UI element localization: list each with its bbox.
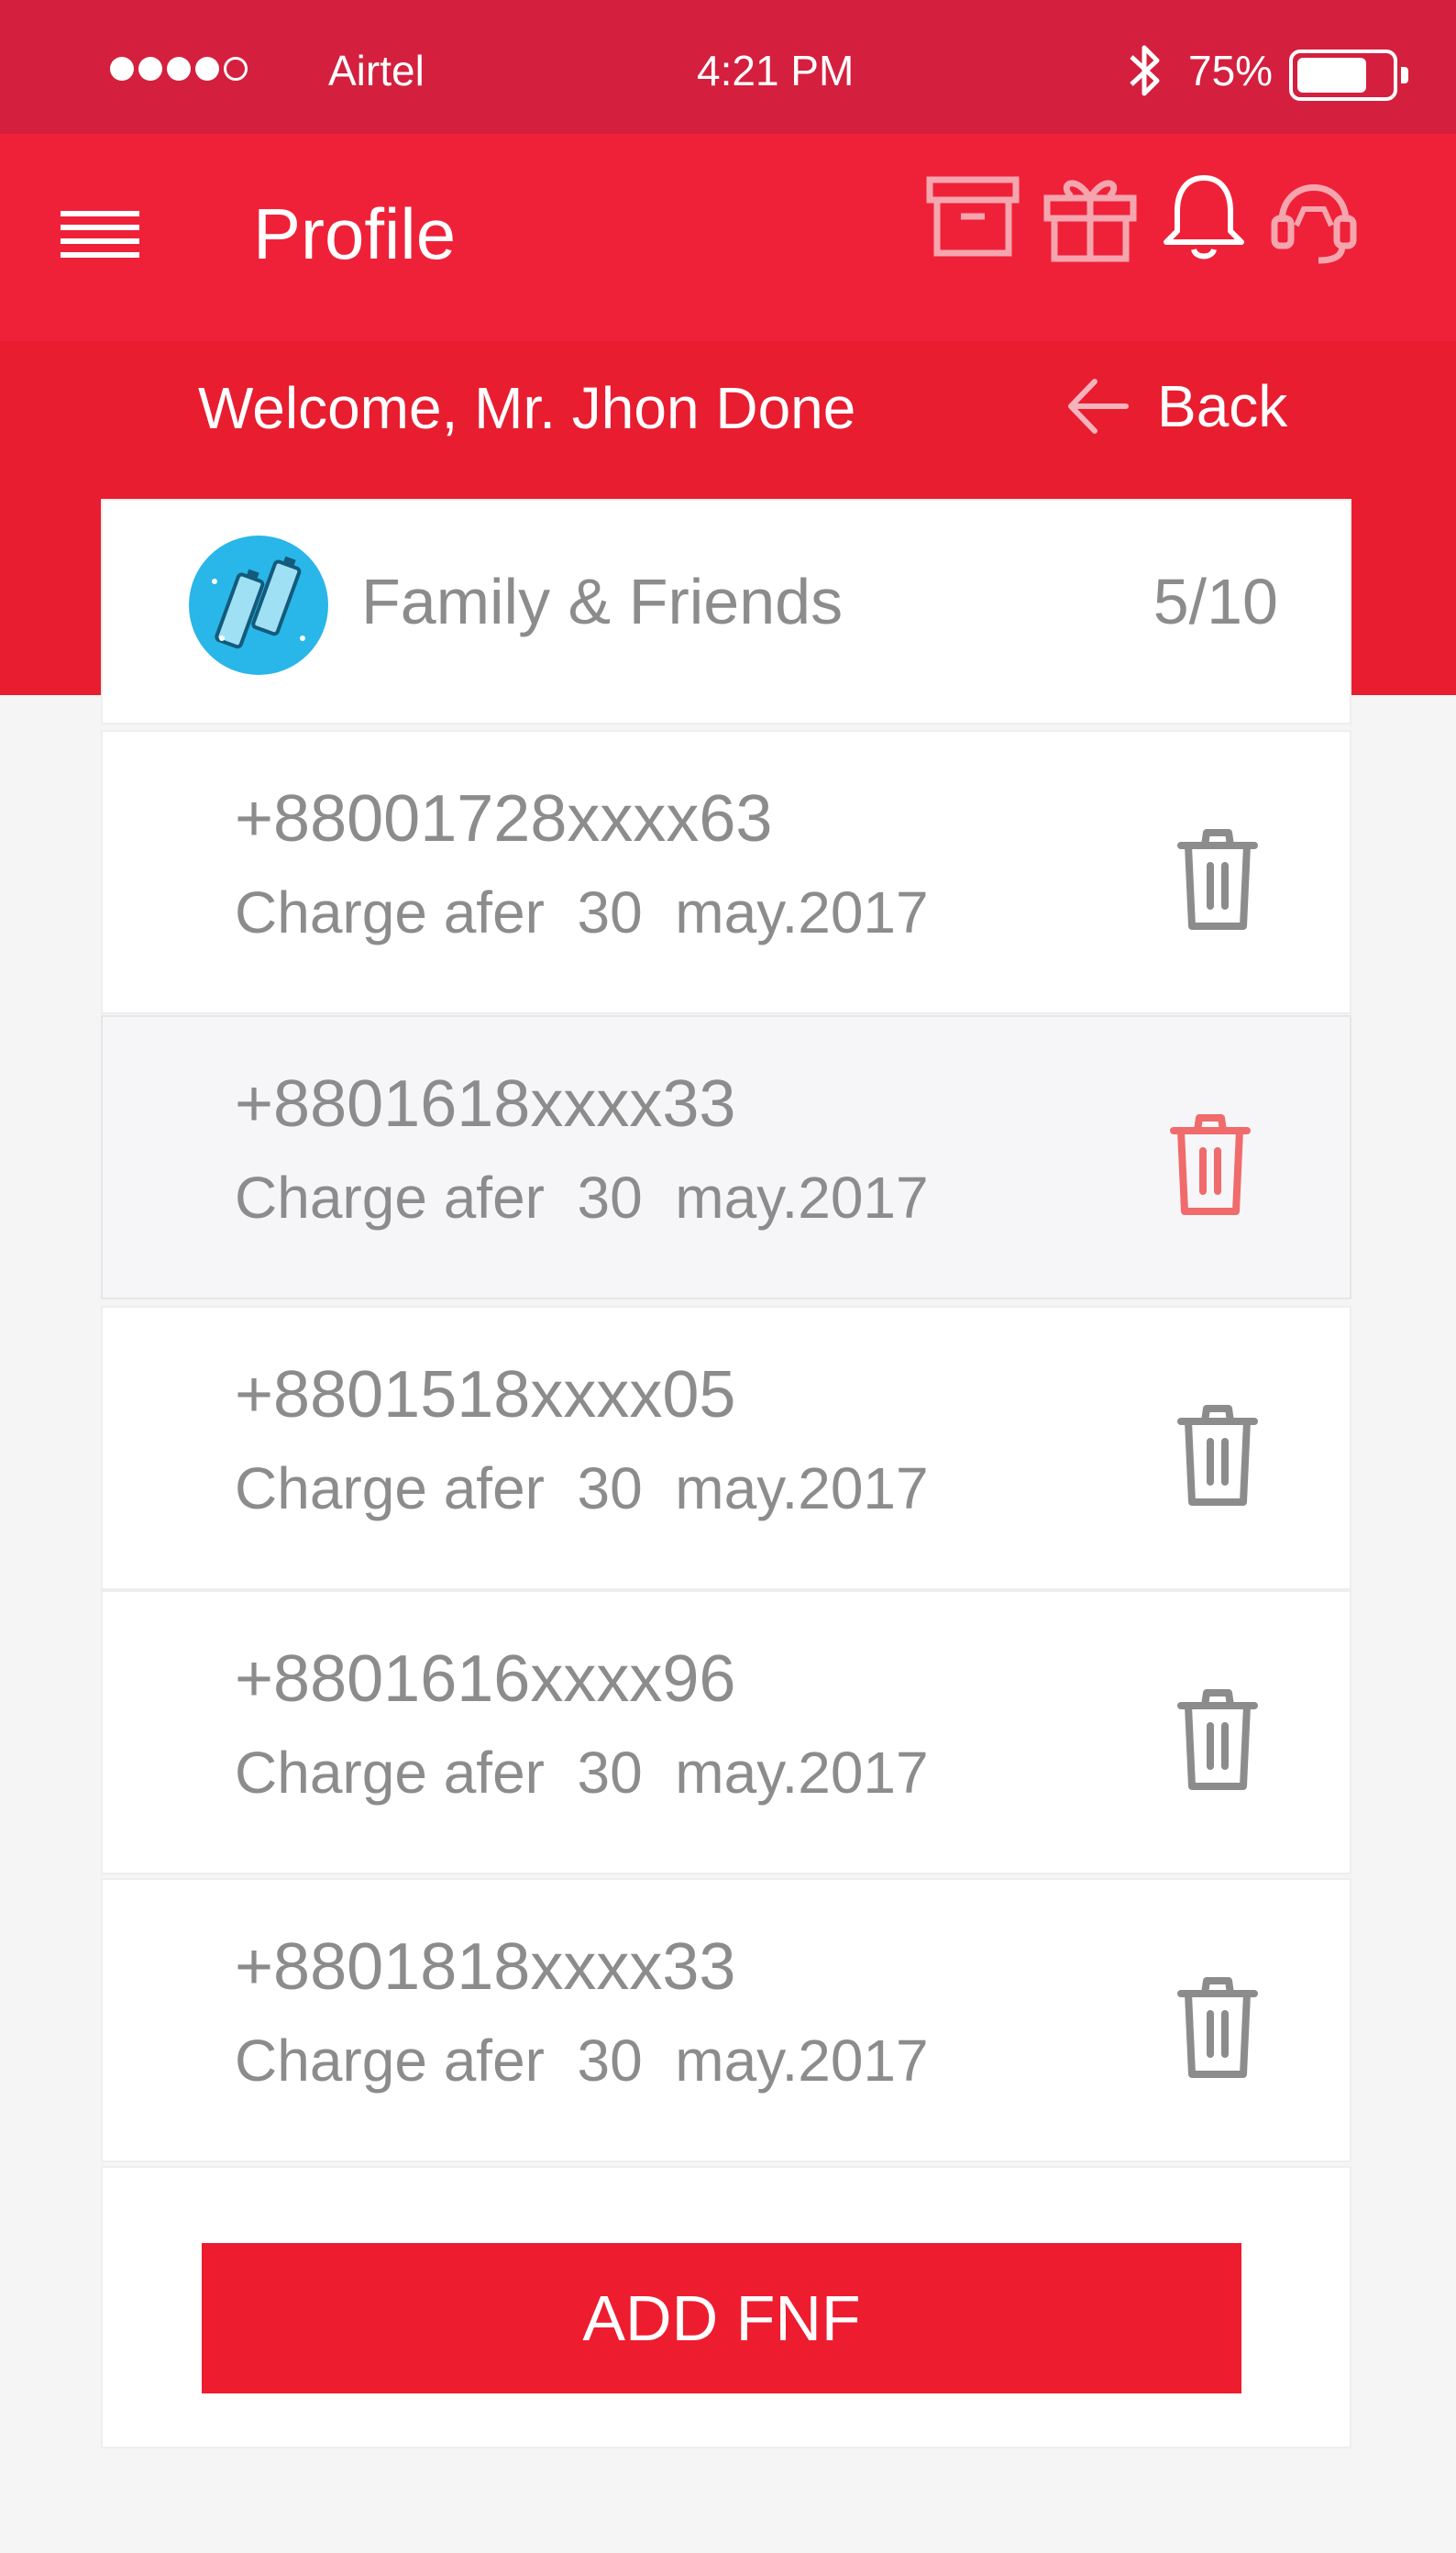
arrow-left-icon: [1068, 379, 1129, 434]
add-fnf-button[interactable]: ADD FNF: [202, 2243, 1241, 2393]
phone-number: +8801616xxxx96: [235, 1642, 736, 1716]
fnf-number-row: +88001728xxxx63 Charge afer 30 may.2017: [101, 730, 1351, 1014]
page-title: Profile: [253, 193, 457, 274]
battery-percent: 75%: [1188, 47, 1274, 94]
trash-icon[interactable]: [1166, 1111, 1254, 1221]
battery-icon: [1289, 50, 1408, 101]
phone-number: +8801518xxxx05: [235, 1358, 736, 1431]
carrier-name: Airtel: [328, 47, 425, 94]
fnf-number-row: +8801616xxxx96 Charge afer 30 may.2017: [101, 1590, 1351, 1874]
trash-icon[interactable]: [1174, 1401, 1262, 1511]
headset-support-icon[interactable]: [1263, 167, 1364, 268]
bell-icon[interactable]: [1153, 167, 1254, 268]
phone-number: +8801618xxxx33: [235, 1067, 736, 1141]
fnf-number-row: +8801618xxxx33 Charge afer 30 may.2017: [101, 1015, 1351, 1299]
charge-date: Charge afer 30 may.2017: [235, 879, 929, 945]
charge-date: Charge afer 30 may.2017: [235, 1165, 929, 1231]
menu-icon[interactable]: [61, 211, 139, 268]
batteries-icon: [189, 536, 328, 675]
gift-icon[interactable]: [1040, 167, 1141, 268]
fnf-count: 5/10: [1153, 566, 1278, 637]
phone-number: +88001728xxxx63: [235, 782, 773, 856]
back-button[interactable]: Back: [1064, 365, 1287, 448]
status-bar: Airtel 4:21 PM 75%: [0, 0, 1456, 134]
charge-date: Charge afer 30 may.2017: [235, 1455, 929, 1521]
fnf-title: Family & Friends: [361, 566, 844, 637]
footer-card: ADD FNF: [101, 2166, 1351, 2448]
phone-number: +8801818xxxx33: [235, 1930, 736, 2004]
trash-icon[interactable]: [1174, 825, 1262, 935]
archive-box-icon[interactable]: [922, 167, 1023, 268]
back-label: Back: [1157, 373, 1288, 439]
trash-icon[interactable]: [1174, 1685, 1262, 1796]
fnf-number-row: +8801818xxxx33 Charge afer 30 may.2017: [101, 1878, 1351, 2162]
trash-icon[interactable]: [1174, 1973, 1262, 2083]
app-bar: Profile: [0, 134, 1456, 341]
charge-date: Charge afer 30 may.2017: [235, 2028, 929, 2094]
signal-strength-icon: [110, 57, 248, 81]
status-time: 4:21 PM: [697, 47, 855, 94]
fnf-header-card: Family & Friends 5/10: [101, 499, 1351, 724]
fnf-number-row: +8801518xxxx05 Charge afer 30 may.2017: [101, 1306, 1351, 1590]
charge-date: Charge afer 30 may.2017: [235, 1740, 929, 1806]
bluetooth-icon: [1130, 45, 1160, 96]
welcome-message: Welcome, Mr. Jhon Done: [198, 375, 856, 441]
